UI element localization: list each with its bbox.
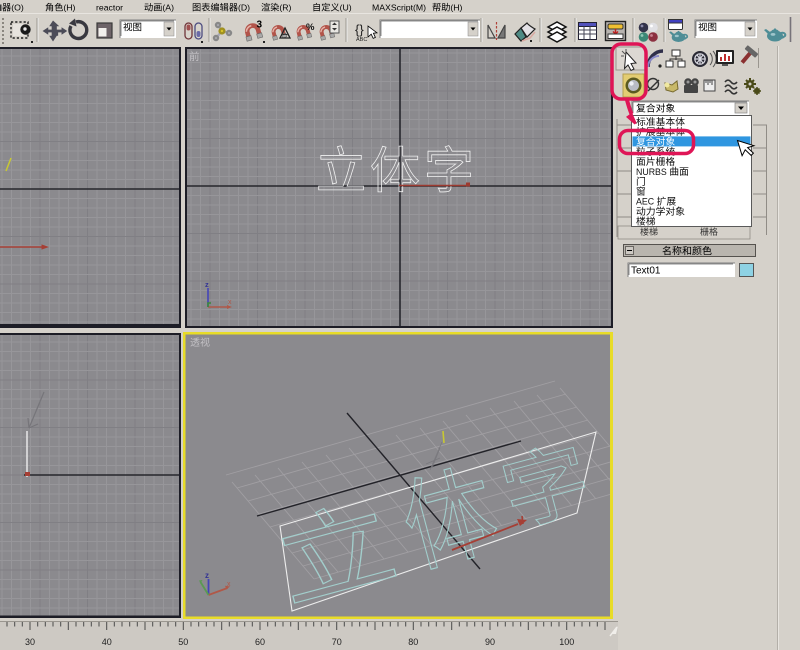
svg-text:30: 30 [25,637,35,647]
svg-text:Text01: Text01 [631,266,661,277]
svg-text:x: x [228,299,232,306]
svg-text:80: 80 [408,637,418,647]
svg-text:z: z [205,280,209,289]
svg-text:z: z [205,571,209,580]
svg-text:(R): (R) [279,2,291,12]
svg-text:(D): (D) [238,2,250,12]
svg-text:(U): (U) [340,2,352,12]
svg-text:70: 70 [332,637,342,647]
svg-text:MAXScript(M): MAXScript(M) [372,2,426,12]
svg-text:100: 100 [559,637,574,647]
svg-text:{}: {} [355,22,364,37]
svg-text:%: % [306,22,315,33]
svg-text:(H): (H) [63,2,75,12]
svg-text:x: x [227,581,231,588]
svg-text:60: 60 [255,637,265,647]
svg-text:(O): (O) [11,2,24,12]
svg-text:50: 50 [178,637,188,647]
svg-text:40: 40 [102,637,112,647]
svg-text:reactor: reactor [96,2,123,12]
svg-text:3: 3 [257,20,263,31]
svg-text:AEC: AEC [636,197,655,207]
svg-text:90: 90 [485,637,495,647]
svg-text:(A): (A) [162,2,174,12]
svg-text:NURBS: NURBS [636,167,667,177]
svg-text:(H): (H) [450,2,462,12]
svg-text:ABC: ABC [356,37,367,43]
